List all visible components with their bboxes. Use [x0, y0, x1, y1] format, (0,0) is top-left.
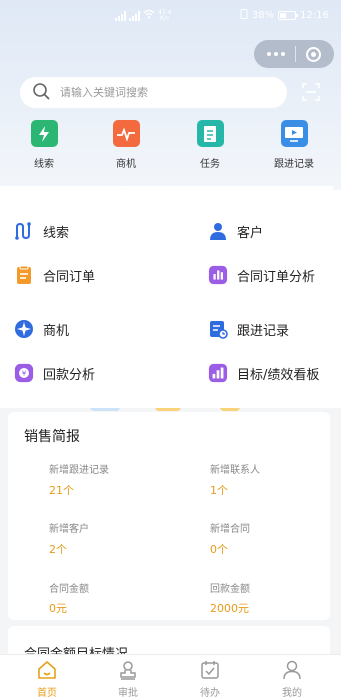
battery-icon: [278, 11, 299, 20]
bottom-tab-bar: 首页 审批 待办 我的: [0, 654, 341, 700]
menu-item-contract-analysis[interactable]: 合同订单分析: [208, 263, 315, 287]
status-right: 38% 12:16: [240, 9, 329, 22]
menu-item-label: 跟进记录: [237, 323, 290, 339]
home-icon: [38, 661, 56, 679]
tab-label: 审批: [118, 688, 138, 699]
dropdown-menu-panel: 线索 客户 合同订单 合同订单分析 商机 跟进记录 ¥ 回款分析 目标/绩效看板: [0, 186, 333, 408]
stat-value[interactable]: 0个: [210, 541, 228, 557]
clock-time: 12:16: [300, 10, 329, 21]
more-options-icon[interactable]: [267, 52, 285, 56]
menu-item-label: 商机: [43, 323, 70, 339]
pulse-icon: [112, 120, 140, 147]
search-bar[interactable]: [20, 77, 287, 108]
tab-todo[interactable]: 待办: [180, 655, 240, 700]
quick-action-followups[interactable]: 跟进记录: [264, 120, 324, 170]
menu-item-payment-analysis[interactable]: ¥ 回款分析: [14, 361, 95, 385]
tab-profile[interactable]: 我的: [262, 655, 322, 700]
menu-item-contracts[interactable]: 合同订单: [14, 263, 95, 287]
tab-home[interactable]: 首页: [17, 655, 77, 700]
stat-value[interactable]: 0元: [49, 600, 67, 616]
signal-strength-icon-2: [129, 10, 140, 21]
menu-item-label: 合同订单: [43, 269, 96, 285]
menu-item-label: 回款分析: [43, 367, 96, 383]
task-list-icon: [196, 120, 224, 147]
sales-summary-title: 销售简报: [24, 429, 80, 445]
network-speed: 47.4 K/s: [158, 8, 172, 22]
quick-action-label: 跟进记录: [274, 159, 314, 170]
stat-label: 新增合同: [210, 524, 250, 535]
stat-label: 回款金额: [210, 584, 250, 595]
stat-label: 新增联系人: [210, 465, 260, 476]
lightning-icon: [30, 120, 58, 147]
battery-percent: 38%: [251, 10, 275, 21]
quick-action-label: 任务: [200, 159, 220, 170]
opportunity-compass-icon: [14, 319, 34, 339]
stat-label: 合同金额: [49, 584, 89, 595]
payment-yen-icon: ¥: [14, 363, 34, 383]
scan-icon[interactable]: [302, 83, 320, 101]
stat-value[interactable]: 21个: [49, 482, 74, 498]
vibrate-icon: [240, 9, 248, 22]
todo-check-icon: [201, 661, 219, 679]
monitor-play-icon: [280, 120, 308, 147]
quick-action-label: 线索: [34, 159, 54, 170]
bar-chart-icon: [208, 363, 228, 383]
stat-value[interactable]: 2个: [49, 541, 67, 557]
quick-action-tasks[interactable]: 任务: [180, 120, 240, 170]
approval-stamp-icon: [120, 661, 136, 680]
stat-value[interactable]: 2000元: [210, 600, 249, 616]
menu-item-label: 线索: [43, 225, 70, 241]
close-miniprogram-icon[interactable]: [306, 46, 321, 62]
contract-chart-icon: [208, 265, 228, 285]
menu-item-followups[interactable]: 跟进记录: [208, 317, 289, 341]
svg-text:¥: ¥: [22, 369, 27, 378]
quick-action-label: 商机: [116, 159, 136, 170]
stat-value[interactable]: 1个: [210, 482, 228, 498]
menu-item-label: 目标/绩效看板: [237, 367, 320, 383]
lead-path-icon: [14, 221, 34, 241]
menu-item-opportunities[interactable]: 商机: [14, 317, 69, 341]
stat-label: 新增跟进记录: [49, 465, 109, 476]
followup-list-icon: [208, 319, 228, 339]
signal-group: 47.4 K/s: [115, 9, 171, 22]
menu-item-label: 合同订单分析: [237, 269, 316, 285]
quick-action-opportunities[interactable]: 商机: [96, 120, 156, 170]
menu-item-customers[interactable]: 客户: [208, 219, 263, 243]
stat-label: 新增客户: [49, 524, 89, 535]
customer-person-icon: [208, 221, 228, 241]
profile-icon: [283, 660, 301, 680]
wifi-icon: [143, 9, 155, 22]
menu-item-label: 客户: [237, 225, 264, 241]
miniprogram-capsule: [254, 40, 334, 68]
tab-label: 待办: [200, 688, 220, 699]
status-bar: 47.4 K/s 38% 12:16: [0, 0, 341, 38]
menu-item-leads[interactable]: 线索: [14, 219, 69, 243]
tab-label: 我的: [282, 688, 302, 699]
tab-label: 首页: [37, 688, 57, 699]
quick-action-leads[interactable]: 线索: [14, 120, 74, 170]
search-input[interactable]: [60, 86, 260, 99]
signal-strength-icon: [115, 10, 126, 21]
tab-approval[interactable]: 审批: [98, 655, 158, 700]
search-icon: [32, 82, 50, 104]
capsule-divider: [295, 46, 296, 62]
menu-item-performance-board[interactable]: 目标/绩效看板: [208, 361, 319, 385]
contract-doc-icon: [14, 265, 34, 285]
